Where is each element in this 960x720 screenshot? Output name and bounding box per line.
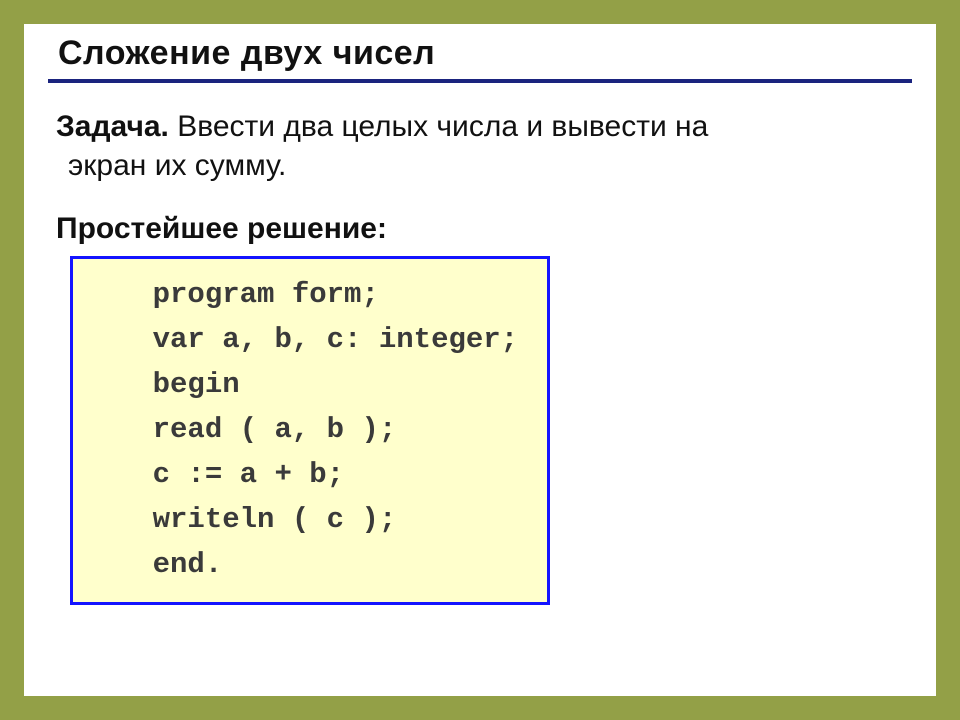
task-label: Задача.: [56, 110, 169, 143]
solution-label: Простейшее решение:: [56, 209, 904, 248]
task-text-2: экран их сумму.: [56, 146, 904, 185]
slide-body: Задача. Ввести два целых числа и вывести…: [48, 83, 912, 605]
task-line: Задача. Ввести два целых числа и вывести…: [56, 107, 904, 146]
slide-frame: Сложение двух чисел Задача. Ввести два ц…: [0, 0, 960, 720]
title-area: Сложение двух чисел: [48, 34, 912, 83]
slide-title: Сложение двух чисел: [48, 34, 912, 83]
code-box: program form; var a, b, c: integer; begi…: [70, 256, 550, 605]
code-listing: program form; var a, b, c: integer; begi…: [83, 273, 537, 588]
task-text-1: Ввести два целых числа и вывести на: [169, 110, 708, 143]
